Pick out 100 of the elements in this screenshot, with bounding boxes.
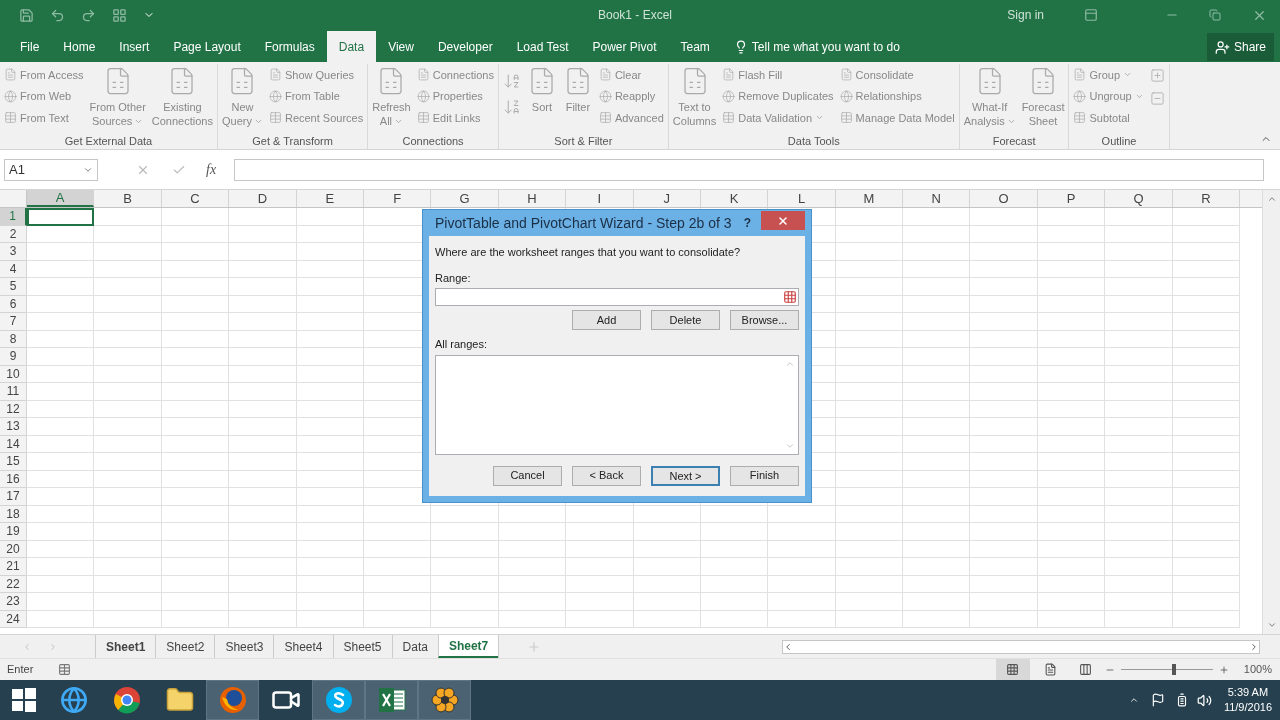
grid-cell[interactable] [903,435,971,453]
grid-cell[interactable] [903,383,971,401]
grid-cell[interactable] [633,575,701,593]
taskbar-app[interactable] [365,680,418,720]
grid-cell[interactable] [768,540,836,558]
grid-cell[interactable] [1037,400,1106,418]
grid-cell[interactable] [1172,278,1241,296]
grid-cell[interactable] [431,610,499,628]
ribbon-tab[interactable]: Home [51,31,108,62]
ribbon-tab[interactable]: View [376,31,426,62]
grid-cell[interactable] [229,558,297,576]
grid-cell[interactable] [1037,453,1106,471]
grid-cell[interactable] [1172,470,1241,488]
grid-cell[interactable] [1105,453,1173,471]
sort-ascending-icon[interactable] [502,72,521,90]
column-header[interactable]: K [700,190,769,207]
grid-cell[interactable] [835,295,904,313]
scroll-down-icon[interactable] [1266,620,1277,630]
ribbon-display-icon[interactable] [1084,8,1098,22]
grid-cell[interactable] [1037,365,1106,383]
grid-cell[interactable] [1172,558,1241,576]
grid-cell[interactable] [566,505,634,523]
grid-cell[interactable] [296,593,364,611]
grid-cell[interactable] [970,470,1038,488]
grid-cell[interactable] [1105,225,1173,243]
grid-cell[interactable] [27,225,95,243]
column-header[interactable]: B [94,190,162,207]
taskbar-app[interactable] [312,680,365,720]
grid-cell[interactable] [27,313,95,331]
grid-cell[interactable] [94,505,162,523]
grid-cell[interactable] [768,558,836,576]
grid-cell[interactable] [94,348,162,366]
grid-cell[interactable] [27,260,95,278]
grid-cell[interactable] [296,348,364,366]
ribbon-tab[interactable]: Formulas [252,31,327,62]
row-number[interactable]: 11 [0,383,27,401]
grid-cell[interactable] [768,610,836,628]
grid-cell[interactable] [903,523,971,541]
zoom-level[interactable]: 100% [1243,661,1272,678]
volume-icon[interactable] [1196,692,1212,708]
row-number[interactable]: 5 [0,278,27,296]
grid-cell[interactable] [94,540,162,558]
grid-cell[interactable] [229,540,297,558]
grid-cell[interactable] [229,453,297,471]
grid-cell[interactable] [161,260,230,278]
grid-cell[interactable] [498,610,567,628]
grid-cell[interactable] [1037,488,1106,506]
share-button[interactable]: Share [1206,33,1274,61]
grid-cell[interactable] [835,575,904,593]
range-field[interactable] [435,288,799,306]
grid-cell[interactable] [903,348,971,366]
grid-cell[interactable] [970,418,1038,436]
grid-cell[interactable] [94,208,162,226]
grid-cell[interactable] [498,558,567,576]
grid-cell[interactable] [296,313,364,331]
grid-cell[interactable] [1172,330,1241,348]
grid-cell[interactable] [700,523,769,541]
grid-cell[interactable] [296,278,364,296]
grid-cell[interactable] [1037,295,1106,313]
grid-cell[interactable] [1105,383,1173,401]
grid-cell[interactable] [229,400,297,418]
grid-cell[interactable] [768,593,836,611]
hide-detail-icon[interactable] [1149,91,1165,106]
grid-cell[interactable] [94,365,162,383]
flag-icon[interactable] [1150,693,1165,707]
ribbon-tab[interactable]: File [8,31,52,62]
grid-cell[interactable] [1172,313,1241,331]
grid-cell[interactable] [27,278,95,296]
grid-cell[interactable] [1172,295,1241,313]
grid-cell[interactable] [633,558,701,576]
grid-cell[interactable] [835,540,904,558]
grid-cell[interactable] [1037,610,1106,628]
grid-cell[interactable] [1105,208,1173,226]
grid-cell[interactable] [161,558,230,576]
grid-cell[interactable] [94,243,162,261]
grid-cell[interactable] [296,225,364,243]
grid-cell[interactable] [296,295,364,313]
grid-cell[interactable] [161,523,230,541]
grid-cell[interactable] [1037,313,1106,331]
grid-cell[interactable] [229,243,297,261]
grid-cell[interactable] [363,575,432,593]
grid-cell[interactable] [835,208,904,226]
row-number[interactable]: 23 [0,593,27,611]
grid-cell[interactable] [161,505,230,523]
column-header[interactable]: C [161,190,230,207]
grid-cell[interactable] [970,313,1038,331]
grid-cell[interactable] [161,400,230,418]
grid-cell[interactable] [94,295,162,313]
grid-cell[interactable] [970,505,1038,523]
grid-cell[interactable] [229,470,297,488]
grid-cell[interactable] [903,540,971,558]
grid-cell[interactable] [498,505,567,523]
grid-cell[interactable] [1172,575,1241,593]
show-hidden-icons-icon[interactable] [1128,695,1139,705]
grid-cell[interactable] [970,208,1038,226]
grid-cell[interactable] [296,365,364,383]
zoom-slider-thumb[interactable] [1172,664,1177,675]
grid-cell[interactable] [970,523,1038,541]
column-header[interactable]: A [27,190,95,207]
grid-cell[interactable] [903,593,971,611]
